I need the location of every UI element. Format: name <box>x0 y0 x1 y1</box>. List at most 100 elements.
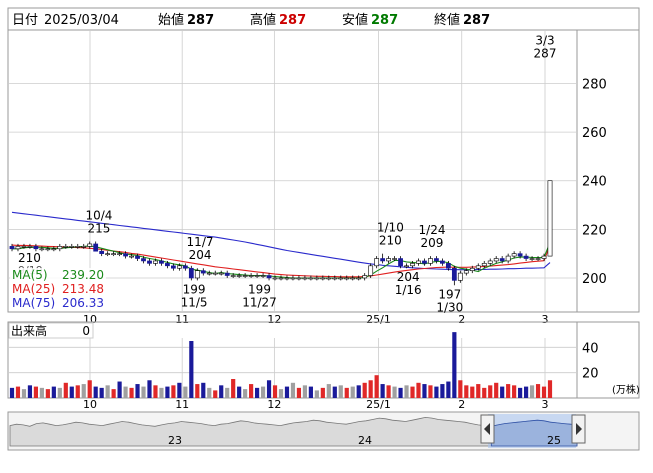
volume-bar <box>344 387 349 398</box>
price-tick-label: 240 <box>582 175 607 190</box>
candle-body <box>159 260 164 264</box>
volume-bar <box>296 387 302 398</box>
candle-body <box>266 275 272 279</box>
candle-body <box>326 277 332 280</box>
volume-bar <box>482 387 487 398</box>
volume-bar <box>500 386 505 398</box>
volume-bar <box>225 387 230 398</box>
candle-body <box>117 253 122 255</box>
navigator-right-handle[interactable] <box>571 414 586 444</box>
volume-bar <box>290 382 296 398</box>
volume-bar <box>404 385 409 398</box>
candle-body <box>290 277 296 280</box>
candle-body <box>457 272 463 281</box>
open-label: 始値 <box>158 12 184 28</box>
volume-bar <box>260 386 266 398</box>
candle-body <box>51 248 57 251</box>
candle-body <box>141 258 146 262</box>
volume-bar <box>362 382 367 398</box>
candle-body <box>493 258 499 262</box>
volume-bar <box>219 385 224 398</box>
volume-bar <box>51 386 56 398</box>
volume-bar <box>75 385 80 398</box>
annotation-line-2: 209 <box>421 236 444 250</box>
volume-bar <box>153 385 158 398</box>
candle-body <box>147 260 152 264</box>
price-x-tick-label: 11 <box>175 313 189 326</box>
candle-body <box>535 258 541 260</box>
navigator-left-handle[interactable] <box>480 414 495 444</box>
volume-bar <box>93 386 98 398</box>
volume-tick-label: 40 <box>582 341 599 356</box>
volume-bar <box>380 384 385 398</box>
high-label: 高値 <box>250 12 276 28</box>
volume-bar <box>177 382 182 398</box>
volume-tick-label: 20 <box>582 367 599 382</box>
candle-body <box>224 272 230 276</box>
annotation-line-1: 197 <box>438 287 461 301</box>
candle-body <box>45 248 51 251</box>
price-tick-label: 220 <box>582 223 607 238</box>
volume-x-tick-label: 10 <box>83 398 97 411</box>
high-value: 287 <box>279 13 306 28</box>
price-x-tick-label: 3 <box>542 313 549 326</box>
volume-bar <box>147 380 152 398</box>
price-x-tick-label: 2 <box>458 313 465 326</box>
candle-body <box>529 258 535 260</box>
price-tick-label: 280 <box>582 77 607 92</box>
candle-body <box>21 246 27 248</box>
volume-x-tick-label: 11 <box>175 398 189 411</box>
annotation-line-2: 287 <box>534 46 557 60</box>
candle-body <box>386 258 391 262</box>
annotation-line-1: 199 <box>183 282 206 296</box>
volume-bar <box>422 384 427 398</box>
volume-bar <box>201 382 206 398</box>
candle-body <box>302 277 308 280</box>
annotation-line-2: 11/5 <box>181 295 208 309</box>
candle-body <box>27 246 33 248</box>
volume-bar <box>183 386 188 398</box>
candle-body <box>194 270 200 279</box>
volume-bar <box>87 380 92 398</box>
volume-bar <box>81 384 86 398</box>
low-label: 安値 <box>342 12 368 28</box>
ma5-legend-value: 239.20 <box>62 268 104 282</box>
candle-body <box>230 275 236 277</box>
candle-body <box>487 260 493 264</box>
volume-bar <box>434 386 439 398</box>
volume-bar <box>332 386 337 398</box>
candle-body <box>422 260 427 264</box>
volume-bar <box>464 385 469 398</box>
price-x-tick-label: 12 <box>267 313 281 326</box>
ma5-legend-name: MA(5) <box>12 268 48 282</box>
stock-chart-widget: 日付 2025/03/04 始値 287 高値 287 安値 287 終値 28… <box>0 0 653 470</box>
navigator-selected-area <box>490 419 578 447</box>
annotation-line-1: 10/4 <box>85 209 112 223</box>
candle-body <box>39 248 45 251</box>
volume-bar <box>326 384 331 398</box>
volume-bar <box>398 387 403 398</box>
candle-body <box>242 275 248 277</box>
volume-x-tick-label: 12 <box>267 398 281 411</box>
volume-bar <box>338 385 343 398</box>
price-tick-label: 260 <box>582 126 607 141</box>
candle-body <box>404 265 409 268</box>
low-value: 287 <box>371 13 398 28</box>
price-x-tick-label: 25/1 <box>366 313 391 326</box>
volume-bar <box>9 387 15 398</box>
candle-body <box>57 246 63 250</box>
volume-bar <box>27 385 33 398</box>
candle-body <box>176 265 182 269</box>
candle-body <box>254 275 260 277</box>
volume-unit: (万株) <box>612 383 640 396</box>
candle-body <box>135 255 140 259</box>
volume-x-tick-label: 3 <box>542 398 549 411</box>
volume-bar <box>207 387 212 398</box>
candle-body <box>314 277 320 280</box>
volume-bar <box>249 384 254 398</box>
candle-body <box>445 263 451 269</box>
volume-bar <box>135 384 140 398</box>
volume-bar <box>518 387 523 398</box>
candle-body <box>63 246 69 248</box>
candle-body <box>547 180 553 257</box>
